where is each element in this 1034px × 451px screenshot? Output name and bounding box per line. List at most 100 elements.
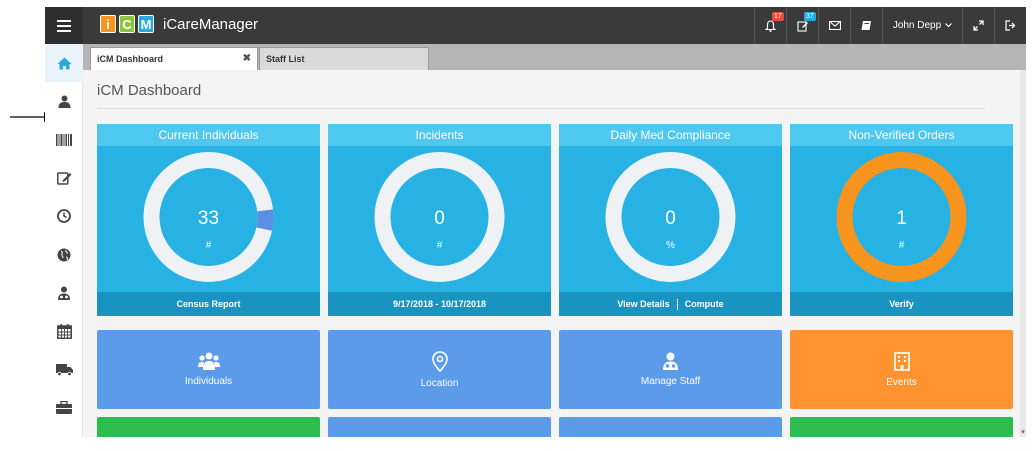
- tile-individuals[interactable]: Individuals: [97, 330, 320, 409]
- card-footer: Verify: [790, 292, 1013, 316]
- dashboard-content: iCM Dashboard Current Individuals 33 # C…: [83, 70, 1026, 437]
- card-title: Incidents: [328, 124, 551, 146]
- top-bar: i C M iCareManager 17 37 John Depp: [45, 7, 1026, 44]
- chevron-down-icon: [945, 23, 953, 28]
- card-value: 1: [896, 208, 907, 229]
- notifications-badge: 17: [772, 12, 784, 21]
- header-actions: 17 37 John Depp: [754, 7, 1026, 44]
- card-value: 0: [434, 208, 445, 229]
- edit-icon: [796, 20, 808, 32]
- card-title: Current Individuals: [97, 124, 320, 146]
- verify-link[interactable]: Verify: [889, 299, 914, 309]
- sidebar-item-truck[interactable]: [45, 350, 83, 388]
- sidebar-item-briefcase[interactable]: [45, 389, 83, 427]
- card-non-verified-orders: Non-Verified Orders 1 # Verify: [790, 124, 1013, 316]
- scroll-down-icon[interactable]: ▾: [1020, 429, 1026, 437]
- card-title: Daily Med Compliance: [559, 124, 782, 146]
- user-icon: [58, 95, 70, 108]
- tab-label: iCM Dashboard: [97, 54, 164, 64]
- fullscreen-button[interactable]: [962, 7, 994, 44]
- sidebar-item-staff[interactable]: [45, 274, 83, 312]
- clock-icon: [57, 209, 71, 224]
- staff-icon: [58, 286, 70, 300]
- menu-toggle-button[interactable]: [45, 7, 83, 44]
- sidebar-item-globe[interactable]: [45, 235, 83, 273]
- ring-chart: 1 #: [836, 152, 967, 282]
- building-icon: [893, 351, 910, 371]
- card-footer: View Details Compute: [559, 292, 782, 316]
- envelope-icon: [828, 21, 841, 30]
- logo-tile-c: C: [119, 15, 135, 33]
- sidebar-item-user[interactable]: [45, 82, 83, 120]
- tile-label: Events: [886, 376, 917, 388]
- card-value: 0: [665, 208, 676, 229]
- card-unit: #: [899, 240, 905, 251]
- card-current-individuals: Current Individuals 33 # Census Report: [97, 124, 320, 316]
- ring-chart: 0 %: [605, 152, 736, 282]
- tile-location[interactable]: Location: [328, 330, 551, 409]
- tab-label: Staff List: [266, 54, 305, 64]
- card-unit: #: [437, 240, 443, 251]
- calendar-icon: [56, 323, 72, 339]
- sidebar-item-home[interactable]: [45, 44, 83, 83]
- sidebar-item-edit[interactable]: [45, 159, 83, 197]
- truck-icon: [55, 363, 73, 376]
- logo-tile-i: i: [100, 15, 116, 33]
- tile-manage-staff[interactable]: Manage Staff: [559, 330, 782, 409]
- card-title: Non-Verified Orders: [790, 124, 1013, 146]
- tasks-badge: 37: [804, 12, 816, 21]
- tab-staff-list[interactable]: Staff List: [259, 47, 429, 70]
- user-menu-button[interactable]: John Depp: [882, 7, 962, 44]
- census-report-link[interactable]: Census Report: [176, 299, 240, 309]
- logout-button[interactable]: [994, 7, 1026, 44]
- notifications-button[interactable]: 17: [754, 7, 786, 44]
- sign-out-icon: [1005, 20, 1016, 31]
- edit-icon: [56, 172, 71, 185]
- bell-icon: [765, 19, 776, 32]
- compute-link[interactable]: Compute: [685, 299, 724, 309]
- tile-label: Manage Staff: [640, 376, 701, 387]
- tab-icm-dashboard[interactable]: iCM Dashboard ✖: [90, 47, 258, 70]
- user-name: John Depp: [892, 20, 942, 31]
- messages-button[interactable]: [818, 7, 850, 44]
- ring-progress: [256, 209, 274, 231]
- card-footer: 9/17/2018 - 10/17/2018: [328, 292, 551, 316]
- app-brand-name: iCareManager: [163, 15, 259, 33]
- app-window: i C M iCareManager 17 37 John Depp iCM D…: [45, 7, 1026, 437]
- book-icon: [861, 21, 871, 30]
- app-logo[interactable]: i C M iCareManager: [100, 15, 258, 33]
- barcode-icon: [56, 133, 72, 146]
- sidebar-item-calendar[interactable]: [45, 312, 83, 350]
- tile-row2-item[interactable]: [790, 417, 1013, 437]
- sidebar-item-clock[interactable]: [45, 197, 83, 235]
- logo-tile-m: M: [138, 15, 154, 33]
- card-footer: Census Report: [97, 292, 320, 316]
- location-icon: [431, 350, 448, 372]
- briefcase-icon: [56, 401, 72, 415]
- tasks-button[interactable]: 37: [786, 7, 818, 44]
- vertical-scrollbar[interactable]: ▾: [1020, 70, 1026, 437]
- staff-icon: [663, 352, 678, 370]
- tile-row2-item[interactable]: [328, 417, 551, 437]
- documents-button[interactable]: [850, 7, 882, 44]
- view-details-link[interactable]: View Details: [617, 299, 669, 309]
- title-divider: [97, 108, 985, 109]
- globe-icon: [57, 248, 71, 262]
- tile-row2-item[interactable]: [97, 417, 320, 437]
- date-range-link[interactable]: 9/17/2018 - 10/17/2018: [393, 299, 486, 309]
- tab-close-icon[interactable]: ✖: [243, 53, 251, 64]
- ring-chart: 33 #: [143, 152, 274, 282]
- tile-label: Individuals: [184, 376, 233, 387]
- tab-bar: iCM Dashboard ✖ Staff List: [83, 44, 1026, 70]
- card-unit: %: [666, 240, 675, 251]
- tile-label: Location: [420, 377, 459, 389]
- page-title: iCM Dashboard: [97, 82, 202, 99]
- card-incidents: Incidents 0 # 9/17/2018 - 10/17/2018: [328, 124, 551, 316]
- home-icon: [57, 57, 71, 70]
- tile-row2-item[interactable]: [559, 417, 782, 437]
- card-unit: #: [206, 240, 212, 251]
- ring-chart: 0 #: [374, 152, 505, 282]
- tile-events[interactable]: Events: [790, 330, 1013, 409]
- card-daily-med-compliance: Daily Med Compliance 0 % View Details Co…: [559, 124, 782, 316]
- sidebar-item-barcode[interactable]: [45, 121, 83, 159]
